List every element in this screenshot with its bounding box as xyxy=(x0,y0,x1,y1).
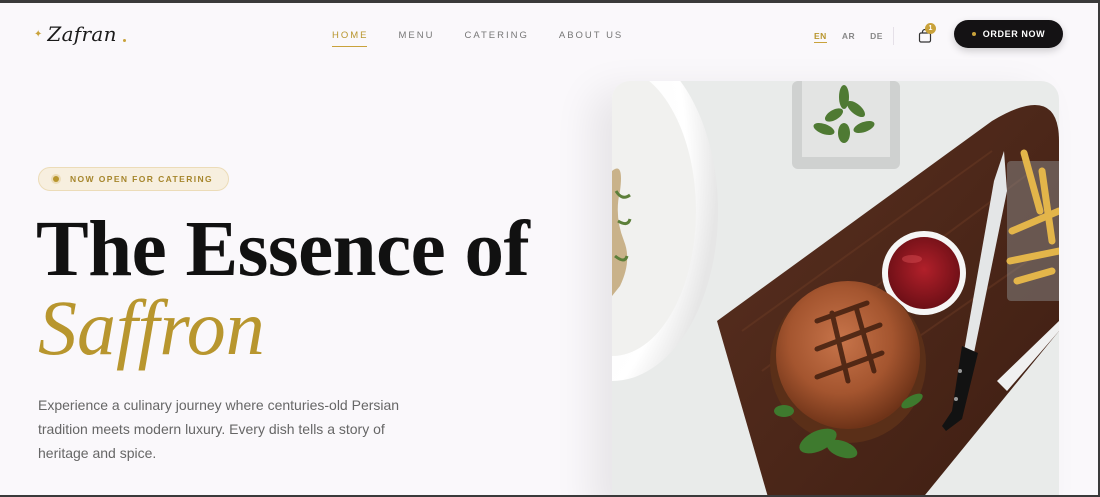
nav-menu[interactable]: MENU xyxy=(399,30,435,41)
main-menu: HOME MENU CATERING ABOUT US xyxy=(332,30,653,47)
nav-about-us[interactable]: ABOUT US xyxy=(559,30,623,41)
order-now-button[interactable]: ORDER NOW xyxy=(954,20,1063,48)
logo-dot xyxy=(122,38,126,42)
logo[interactable]: ✦ Zafran xyxy=(34,22,126,46)
language-switcher: EN AR DE xyxy=(814,31,883,43)
sparkle-icon: ✦ xyxy=(34,28,43,40)
catering-badge: NOW OPEN FOR CATERING xyxy=(38,167,230,191)
cart-count-badge: 1 xyxy=(925,23,936,34)
page: ✦ Zafran HOME MENU CATERING ABOUT US EN … xyxy=(0,3,1098,495)
lang-en[interactable]: EN xyxy=(814,31,827,43)
nav-catering[interactable]: CATERING xyxy=(464,30,528,41)
nav-home[interactable]: HOME xyxy=(332,30,369,47)
gold-dot-icon xyxy=(971,32,976,36)
lang-ar[interactable]: AR xyxy=(842,31,855,43)
hero-title: The Essence of xyxy=(36,206,530,293)
badge-dot-icon xyxy=(53,176,59,182)
hero-title-accent: Saffron xyxy=(38,284,265,371)
order-now-label: ORDER NOW xyxy=(982,29,1046,39)
hero-food-image xyxy=(612,81,1059,495)
badge-text: NOW OPEN FOR CATERING xyxy=(70,174,214,184)
nav-divider xyxy=(893,27,894,45)
logo-text: Zafran xyxy=(47,22,117,46)
top-nav: ✦ Zafran HOME MENU CATERING ABOUT US EN … xyxy=(0,3,1098,67)
lang-de[interactable]: DE xyxy=(870,31,883,43)
hero-description: Experience a culinary journey where cent… xyxy=(38,397,400,461)
cart-button[interactable]: 1 xyxy=(917,23,936,44)
